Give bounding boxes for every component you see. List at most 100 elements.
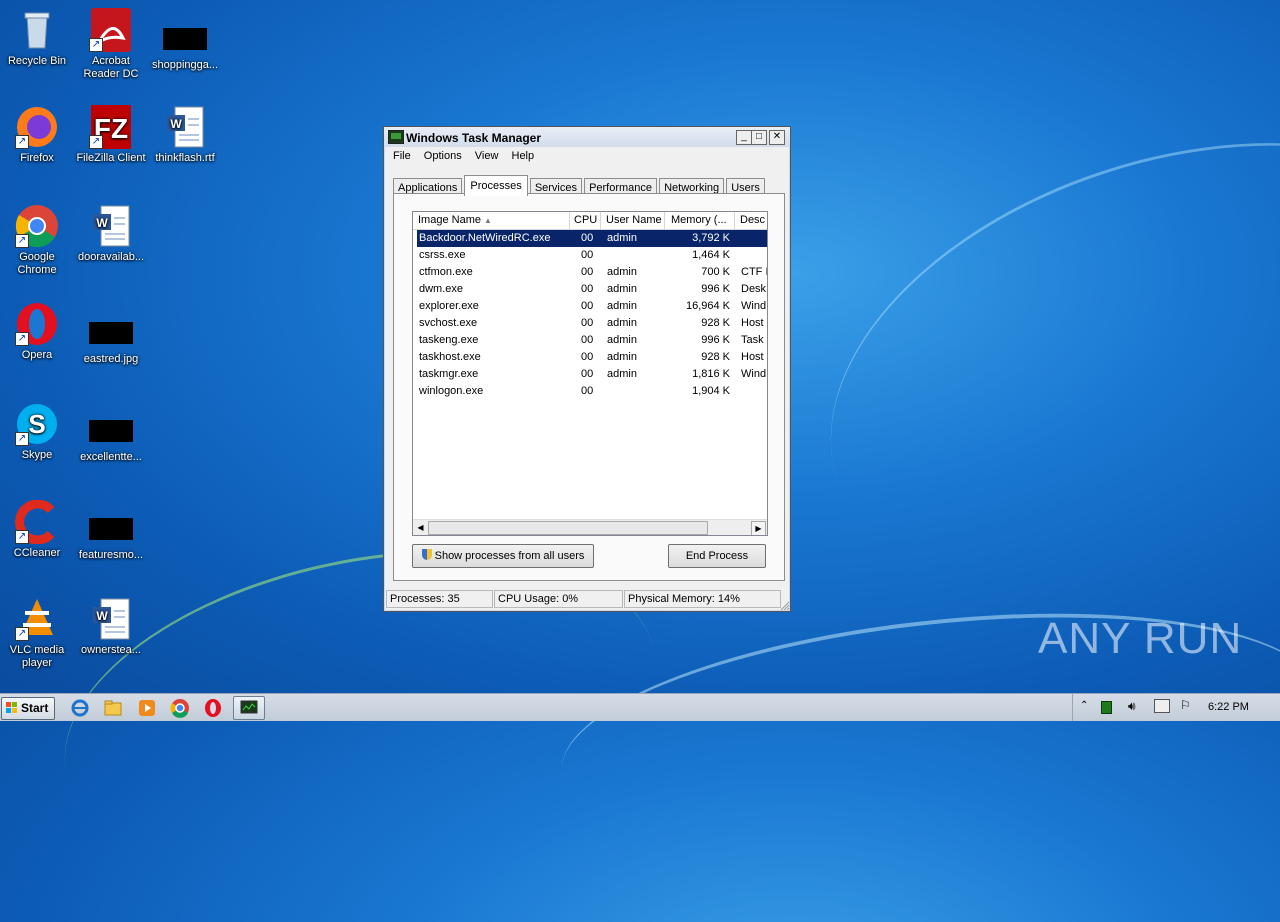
table-row[interactable]: csrss.exe 00 1,464 K (417, 247, 767, 264)
desktop-icon-filezilla[interactable]: FZ ↗ FileZilla Client (74, 105, 148, 165)
table-row[interactable]: winlogon.exe 00 1,904 K (417, 383, 767, 400)
clock[interactable]: 6:22 PM (1208, 701, 1249, 713)
close-button[interactable]: ✕ (769, 130, 785, 145)
desktop-icon-dooravailab[interactable]: W dooravailab... (74, 204, 148, 264)
minimize-button[interactable]: _ (736, 130, 752, 145)
desktop-icon-opera[interactable]: ↗ Opera (0, 302, 74, 362)
table-row[interactable]: Backdoor.NetWiredRC.exe 00 admin 3,792 K (417, 230, 767, 247)
menu-help[interactable]: Help (507, 147, 540, 165)
sort-ascending-icon: ▲ (484, 216, 492, 225)
filezilla-icon: FZ ↗ (89, 105, 133, 149)
desktop-icon-ccleaner[interactable]: ↗ CCleaner (0, 499, 74, 560)
svg-text:W: W (96, 609, 108, 623)
table-row[interactable]: explorer.exe 00 admin 16,964 K Wind (417, 298, 767, 315)
desktop-icon-firefox[interactable]: ↗ Firefox (0, 105, 74, 165)
menu-bar: File Options View Help (384, 147, 790, 165)
wallpaper-swoosh (771, 62, 1280, 681)
table-row[interactable]: taskeng.exe 00 admin 996 K Task (417, 332, 767, 349)
opera-icon: ↗ (15, 302, 59, 346)
scroll-left-arrow-icon[interactable]: ◀ (414, 521, 427, 534)
recycle-bin-icon (15, 8, 59, 52)
tab-processes[interactable]: Processes (464, 175, 528, 196)
process-list[interactable]: Image Name ▲ CPU User Name Memory (... D… (412, 211, 768, 536)
action-center-flag-icon[interactable]: ⚐ (1180, 698, 1191, 712)
status-physical-memory: Physical Memory: 14% (624, 590, 781, 608)
title-bar[interactable]: Windows Task Manager _ □ ✕ (384, 127, 790, 147)
process-list-header: Image Name ▲ CPU User Name Memory (... D… (413, 212, 767, 230)
svg-text:W: W (96, 216, 108, 230)
svg-text:W: W (170, 117, 182, 131)
task-manager-icon (240, 700, 258, 714)
scroll-right-arrow-icon[interactable]: ▶ (751, 521, 766, 535)
shortcut-arrow-icon: ↗ (15, 234, 29, 248)
network-icon[interactable] (1154, 699, 1170, 713)
table-row[interactable]: svchost.exe 00 admin 928 K Host (417, 315, 767, 332)
column-header-cpu[interactable]: CPU (569, 212, 601, 229)
opera-icon[interactable] (203, 698, 223, 718)
resize-grip-icon[interactable] (779, 600, 789, 610)
windows-logo-icon (6, 702, 17, 713)
shortcut-arrow-icon: ↗ (89, 38, 103, 52)
status-cpu-usage: CPU Usage: 0% (494, 590, 623, 608)
menu-options[interactable]: Options (419, 147, 467, 165)
file-explorer-icon[interactable] (103, 698, 123, 718)
desktop-icon-chrome[interactable]: ↗ Google Chrome (0, 204, 74, 277)
menu-file[interactable]: File (388, 147, 416, 165)
start-button[interactable]: Start (1, 697, 55, 720)
redacted-thumbnail-icon (89, 420, 133, 442)
desktop-icon-ownersteaer[interactable]: W ownerstea... (74, 597, 148, 657)
desktop-icon-skype[interactable]: S ↗ Skype (0, 402, 74, 462)
tab-strip: Applications Processes Services Performa… (393, 175, 765, 197)
ccleaner-icon: ↗ (15, 499, 59, 545)
table-row[interactable]: taskhost.exe 00 admin 928 K Host (417, 349, 767, 366)
desktop-icon-shoppingga[interactable]: shoppingga... (148, 16, 222, 72)
speaker-volume-icon[interactable]: 🔊︎ (1128, 699, 1136, 714)
column-header-image-name[interactable]: Image Name ▲ (413, 212, 570, 229)
desktop-icon-thinkflash[interactable]: W thinkflash.rtf (148, 105, 222, 165)
task-manager-window[interactable]: Windows Task Manager _ □ ✕ File Options … (383, 126, 791, 612)
column-header-user-name[interactable]: User Name (601, 212, 665, 229)
desktop-icon-featuresmo[interactable]: featuresmo... (74, 506, 148, 562)
chrome-icon: ↗ (15, 204, 59, 248)
scrollbar-thumb[interactable] (428, 521, 708, 535)
process-rows: Backdoor.NetWiredRC.exe 00 admin 3,792 K… (417, 230, 767, 400)
taskbar: Start ⌃ 🔊︎ ⚐ 6:22 PM (0, 693, 1280, 721)
column-header-description[interactable]: Desc (735, 212, 767, 229)
table-row[interactable]: taskmgr.exe 00 admin 1,816 K Wind (417, 366, 767, 383)
shortcut-arrow-icon: ↗ (15, 530, 29, 544)
end-process-button[interactable]: End Process (668, 544, 766, 568)
acrobat-icon: ↗ (89, 8, 133, 52)
redacted-thumbnail-icon (89, 518, 133, 540)
process-monitor-tray-icon[interactable] (1101, 701, 1112, 714)
menu-view[interactable]: View (470, 147, 504, 165)
shortcut-arrow-icon: ↗ (15, 627, 29, 641)
horizontal-scrollbar[interactable]: ◀ ▶ (413, 519, 767, 535)
word-document-icon: W (89, 597, 133, 641)
media-player-icon[interactable] (137, 698, 157, 718)
svg-text:S: S (28, 409, 45, 439)
redacted-thumbnail-icon (163, 28, 207, 50)
desktop-icon-recycle-bin[interactable]: Recycle Bin (0, 8, 74, 68)
desktop-icon-acrobat[interactable]: ↗ Acrobat Reader DC (74, 8, 148, 81)
word-document-icon: W (89, 204, 133, 248)
processes-panel: Image Name ▲ CPU User Name Memory (... D… (393, 193, 785, 581)
skype-icon: S ↗ (15, 402, 59, 446)
show-hidden-icons-icon[interactable]: ⌃ (1080, 700, 1088, 711)
desktop-icon-eastred[interactable]: eastred.jpg (74, 310, 148, 366)
desktop-icon-vlc[interactable]: ↗ VLC media player (0, 597, 74, 670)
firefox-icon: ↗ (15, 105, 59, 149)
table-row[interactable]: dwm.exe 00 admin 996 K Desk (417, 281, 767, 298)
taskbar-task-manager-button[interactable] (233, 696, 265, 720)
word-document-icon: W (163, 105, 207, 149)
column-header-memory[interactable]: Memory (... (666, 212, 735, 229)
internet-explorer-icon[interactable] (70, 698, 90, 718)
shortcut-arrow-icon: ↗ (15, 332, 29, 346)
chrome-icon[interactable] (170, 698, 190, 718)
tray-divider (1072, 694, 1073, 721)
desktop-icon-excellentte[interactable]: excellentte... (74, 408, 148, 464)
shortcut-arrow-icon: ↗ (15, 135, 29, 149)
show-all-processes-button[interactable]: Show processes from all users (412, 544, 594, 568)
shortcut-arrow-icon: ↗ (89, 135, 103, 149)
maximize-button[interactable]: □ (751, 130, 767, 145)
table-row[interactable]: ctfmon.exe 00 admin 700 K CTF I (417, 264, 767, 281)
